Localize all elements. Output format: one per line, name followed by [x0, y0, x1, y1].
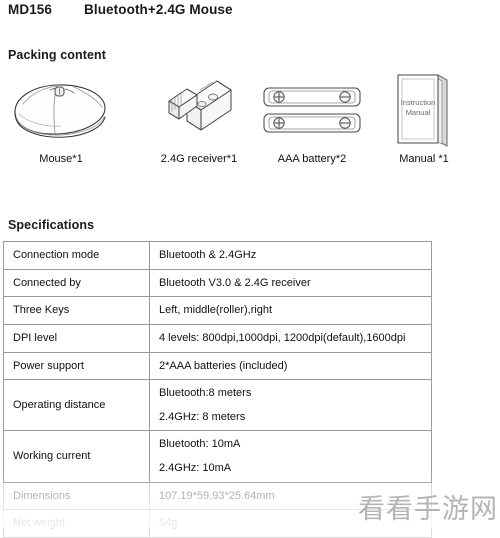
table-row: Power support 2*AAA batteries (included) — [3, 351, 432, 381]
mouse-icon — [2, 70, 120, 152]
spec-key: Working current — [3, 430, 150, 483]
spec-value: Bluetooth: 10mA 2.4GHz: 10mA — [149, 430, 432, 483]
packing-item-manual: Instruction Manual Manual *1 — [368, 70, 480, 165]
spec-value-line: Left, middle(roller),right — [159, 304, 273, 317]
product-model: MD156 — [8, 2, 53, 17]
table-row: Connected by Bluetooth V3.0 & 2.4G recei… — [3, 268, 432, 298]
usb-receiver-icon — [140, 70, 258, 152]
table-row: Three Keys Left, middle(roller),right — [3, 296, 432, 325]
packing-item-label: Manual *1 — [399, 153, 449, 165]
spec-value: Bluetooth V3.0 & 2.4G receiver — [149, 268, 432, 298]
document-header: MD156 Bluetooth+2.4G Mouse — [8, 2, 233, 17]
spec-value-line: Bluetooth: 10mA — [159, 438, 241, 451]
packing-content-list: Mouse*1 2.4G receiver*1 AAA battery*2 In… — [0, 70, 500, 175]
page-title: Bluetooth+2.4G Mouse — [84, 2, 233, 17]
packing-content-heading: Packing content — [8, 48, 107, 62]
specifications-heading: Specifications — [8, 218, 95, 232]
packing-item-mouse: Mouse*1 — [2, 70, 120, 165]
table-row: Operating distance Bluetooth:8 meters 2.… — [3, 379, 432, 432]
table-row: DPI level 4 levels: 800dpi,1000dpi, 1200… — [3, 323, 432, 353]
spec-value: 107.19*59.93*25.64mm — [149, 481, 432, 511]
spec-key: Operating distance — [3, 379, 150, 432]
table-row: Net weight 54g — [3, 509, 432, 538]
spec-key: Connection mode — [3, 241, 150, 270]
spec-value-line: Bluetooth:8 meters — [159, 387, 252, 400]
packing-item-label: AAA battery*2 — [277, 153, 347, 165]
spec-value-line: 54g — [159, 517, 178, 530]
spec-value: 54g — [149, 509, 432, 538]
spec-value-line: 2.4GHz: 10mA — [159, 462, 232, 475]
manual-cover-line1: Instruction — [401, 98, 436, 107]
spec-key: DPI level — [3, 323, 150, 353]
table-row: Working current Bluetooth: 10mA 2.4GHz: … — [3, 430, 432, 483]
spec-value-line: 2.4GHz: 8 meters — [159, 410, 246, 423]
table-row: Connection mode Bluetooth & 2.4GHz — [3, 241, 432, 270]
spec-value-line: 107.19*59.93*25.64mm — [159, 489, 275, 502]
packing-item-battery: AAA battery*2 — [256, 70, 368, 165]
spec-value: Bluetooth & 2.4GHz — [149, 241, 432, 270]
packing-item-label: 2.4G receiver*1 — [160, 153, 238, 165]
spec-value: 4 levels: 800dpi,1000dpi, 1200dpi(defaul… — [149, 323, 432, 353]
spec-value: Left, middle(roller),right — [149, 296, 432, 325]
spec-value-line: 2*AAA batteries (included) — [159, 359, 288, 372]
table-row: Dimensions 107.19*59.93*25.64mm — [3, 481, 432, 511]
aaa-battery-icon — [256, 70, 368, 152]
spec-value: 2*AAA batteries (included) — [149, 351, 432, 381]
spec-key: Net weight — [3, 509, 150, 538]
spec-key: Connected by — [3, 268, 150, 298]
spec-key: Three Keys — [3, 296, 150, 325]
spec-value-line: Bluetooth & 2.4GHz — [159, 249, 257, 261]
spec-value-line: 4 levels: 800dpi,1000dpi, 1200dpi(defaul… — [159, 331, 406, 344]
manual-cover-line2: Manual — [406, 108, 431, 117]
specifications-table-body: Connection mode Bluetooth & 2.4GHz Conne… — [3, 241, 432, 538]
specifications-table: Connection mode Bluetooth & 2.4GHz Conne… — [3, 241, 432, 538]
packing-item-receiver: 2.4G receiver*1 — [140, 70, 258, 165]
manual-book-icon: Instruction Manual — [368, 70, 480, 152]
spec-value: Bluetooth:8 meters 2.4GHz: 8 meters — [149, 379, 432, 432]
spec-key: Power support — [3, 351, 150, 381]
spec-value-line: Bluetooth V3.0 & 2.4G receiver — [159, 276, 311, 289]
spec-key: Dimensions — [3, 481, 150, 511]
packing-item-label: Mouse*1 — [39, 153, 83, 165]
